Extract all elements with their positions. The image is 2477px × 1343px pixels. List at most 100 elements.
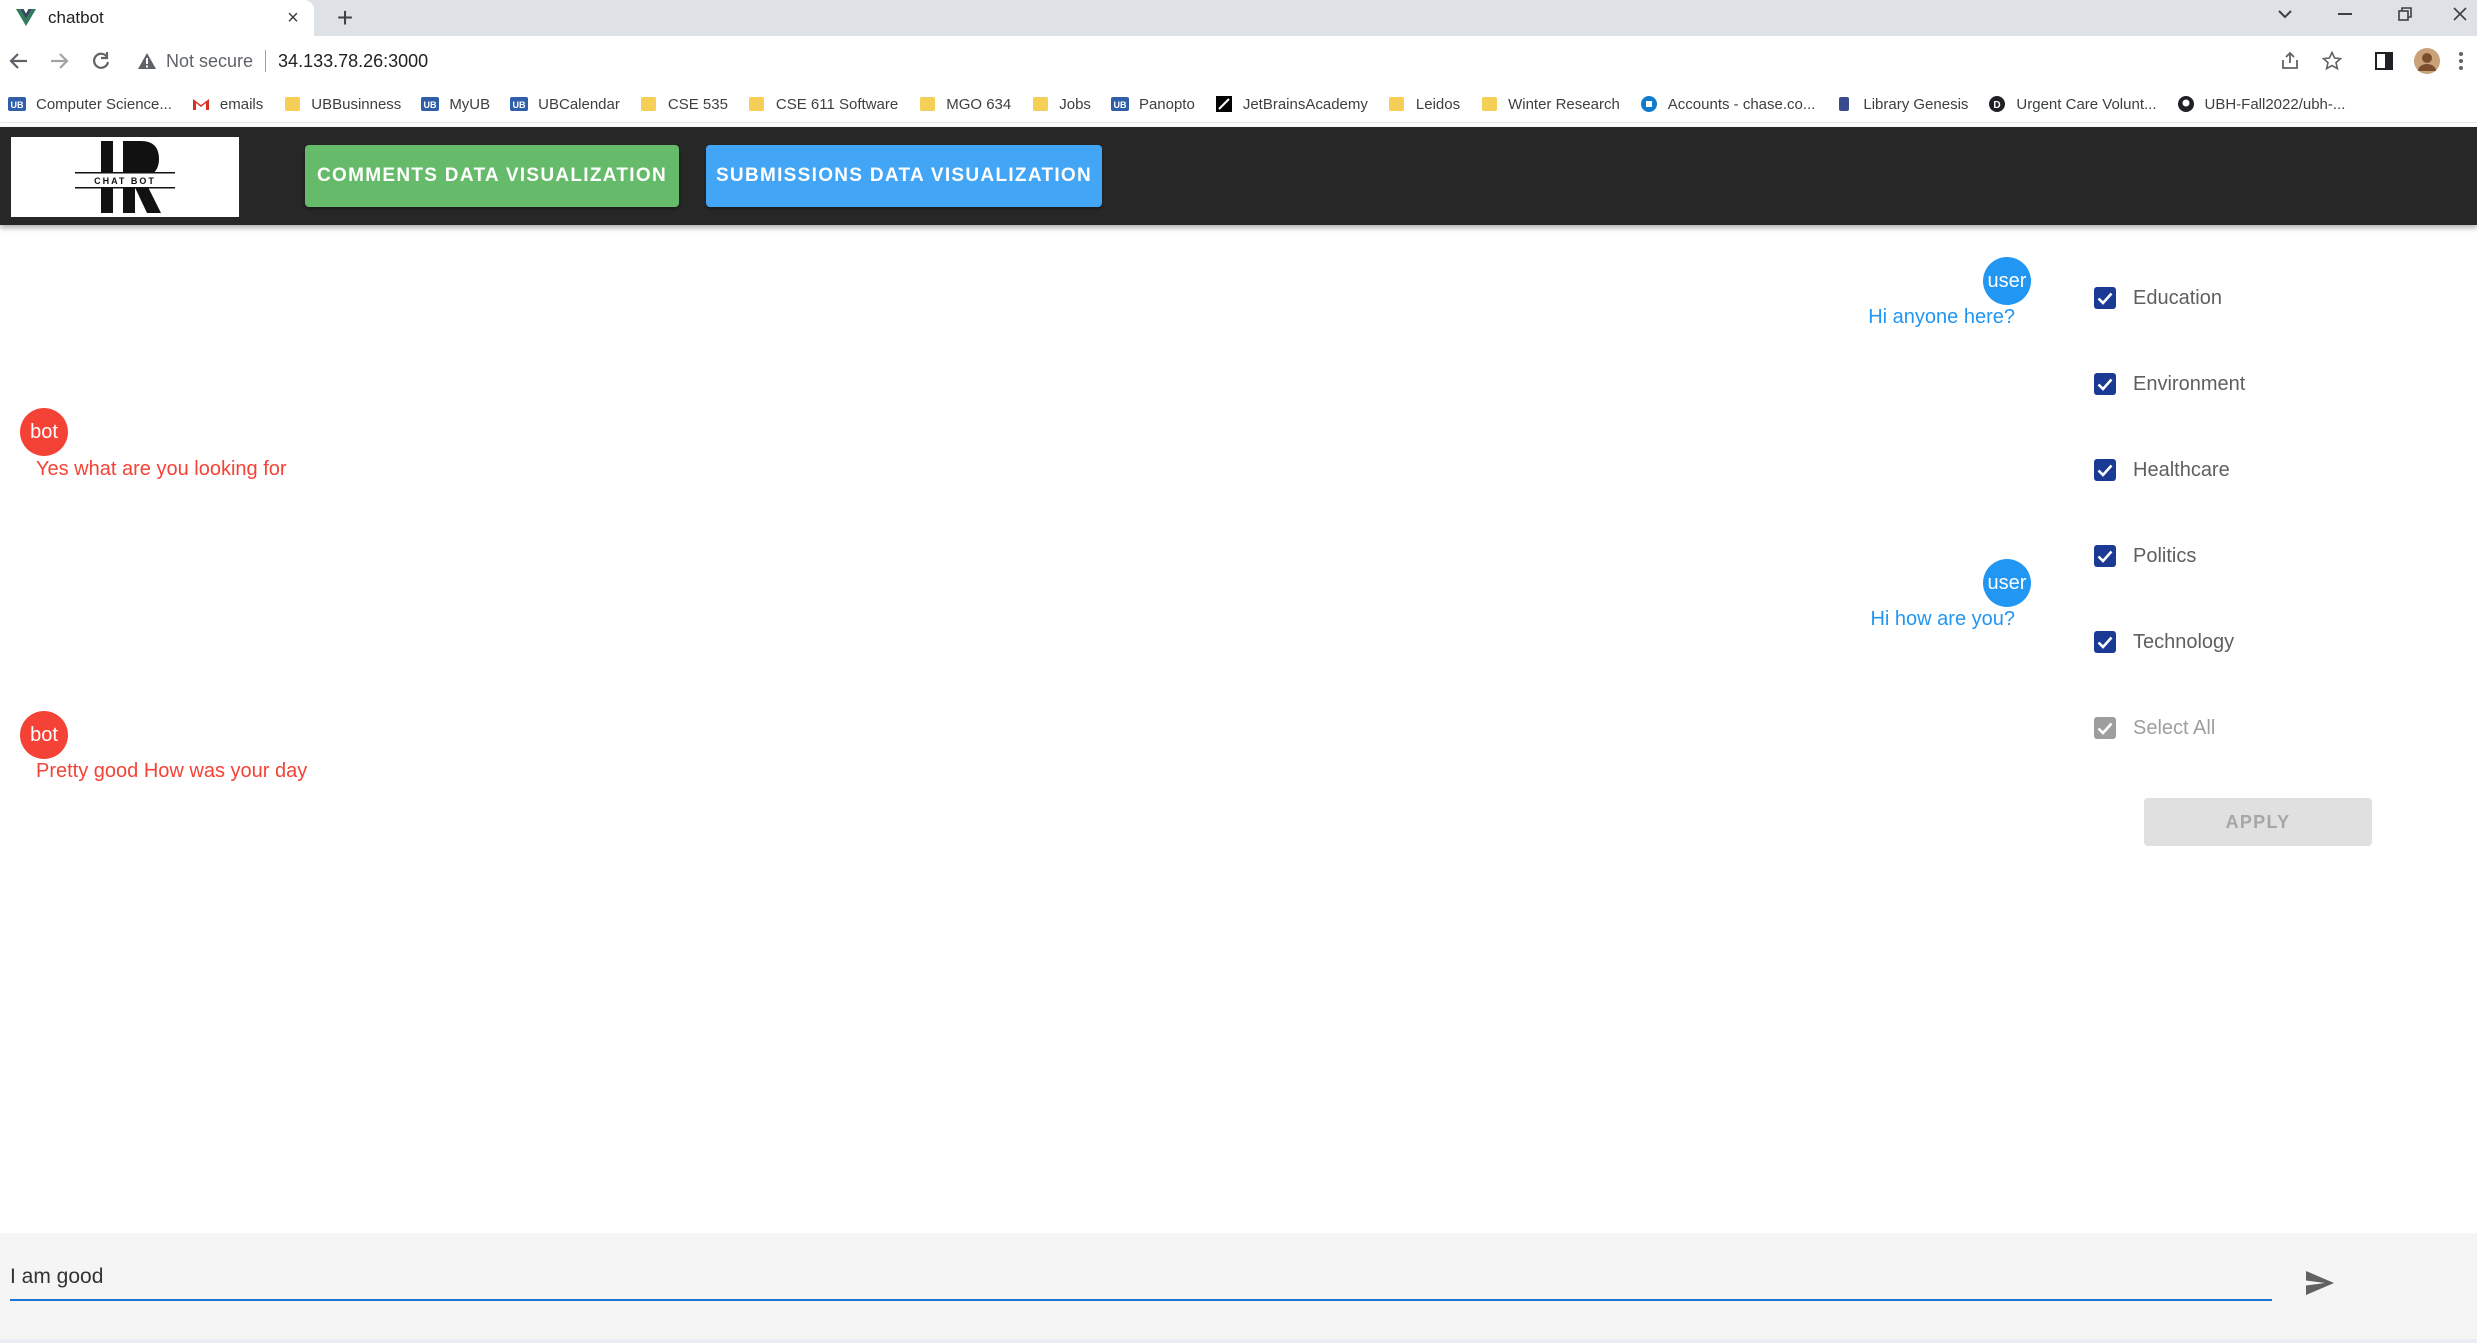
filter-environment[interactable]: Environment (2094, 369, 2245, 399)
bookmark-item[interactable]: UBBusinness (275, 90, 413, 118)
bookmark-label: UBCalendar (538, 95, 620, 113)
message-composer (0, 1233, 2477, 1343)
filter-healthcare[interactable]: Healthcare (2094, 455, 2230, 485)
user-avatar: user (1983, 559, 2031, 607)
bookmark-label: Winter Research (1508, 95, 1620, 113)
bookmark-item[interactable]: CSE 611 Software (740, 90, 910, 118)
folder-icon (748, 95, 766, 113)
new-tab-button[interactable]: + (330, 2, 360, 33)
minimize-icon[interactable] (2325, 0, 2365, 28)
checkbox-checked-icon[interactable] (2094, 373, 2116, 395)
submissions-data-visualization-button[interactable]: SUBMISSIONS DATA VISUALIZATION (706, 145, 1102, 207)
bot-avatar: bot (20, 408, 68, 456)
checkbox-checked-icon[interactable] (2094, 459, 2116, 481)
checkbox-checked-icon[interactable] (2094, 287, 2116, 309)
bookmark-label: Leidos (1415, 95, 1461, 113)
ub-icon: UB (510, 95, 529, 113)
bookmark-star-icon[interactable] (2315, 44, 2349, 78)
checkbox-checked-icon[interactable] (2094, 631, 2116, 653)
bookmark-item[interactable]: UB MyUB (413, 90, 502, 118)
composer-divider (0, 1339, 2477, 1343)
app-toolbar: CHAT BOT COMMENTS DATA VISUALIZATION SUB… (0, 127, 2477, 225)
bookmarks-bar: UB Computer Science... emails UBBusinness UB… (0, 86, 2477, 123)
filter-politics[interactable]: Politics (2094, 541, 2196, 571)
browser-tab[interactable]: chatbot × (0, 0, 314, 36)
filter-label: Education (2133, 286, 2222, 309)
checkbox-checked-icon[interactable] (2094, 545, 2116, 567)
bookmark-item[interactable]: Leidos (1380, 90, 1472, 118)
jetbrains-icon (1215, 95, 1233, 113)
window-close-icon[interactable] (2440, 0, 2477, 28)
checkbox-checked-icon[interactable] (2094, 717, 2116, 739)
chatbot-logo[interactable]: CHAT BOT (11, 137, 239, 217)
side-panel-icon[interactable] (2367, 44, 2401, 78)
bot-avatar: bot (20, 711, 68, 759)
back-arrow-icon[interactable] (2, 44, 36, 78)
tab-title: chatbot (48, 8, 104, 27)
bookmark-item[interactable]: Library Genesis (1827, 90, 1980, 118)
ub-icon: UB (1110, 95, 1129, 113)
message-input[interactable] (10, 1255, 2272, 1301)
filter-label: Politics (2133, 544, 2197, 567)
bookmark-label: MGO 634 (946, 95, 1012, 113)
bookmark-item[interactable]: UB Computer Science... (0, 90, 184, 118)
github-icon (2177, 95, 2195, 113)
address-bar: Not secure 34.133.78.26:3000 (0, 36, 2477, 86)
tab-search-icon[interactable] (2265, 0, 2305, 28)
bookmark-item[interactable]: CSE 535 (632, 90, 740, 118)
user-message: Hi how are you? (1870, 608, 2015, 630)
filter-technology[interactable]: Technology (2094, 627, 2234, 657)
send-icon[interactable] (2300, 1263, 2340, 1303)
bookmark-item[interactable]: UB UBCalendar (502, 90, 632, 118)
profile-avatar-icon[interactable] (2410, 44, 2444, 78)
d-icon: D (1988, 95, 2006, 113)
bookmark-item[interactable]: Accounts - chase.co... (1632, 90, 1828, 118)
bookmark-label: Panopto (1138, 95, 1195, 113)
chase-icon (1640, 95, 1658, 113)
svg-text:D: D (1994, 100, 2001, 111)
logo-text: CHAT BOT (94, 176, 156, 186)
bookmark-item[interactable]: emails (184, 90, 275, 118)
filter-label: Technology (2133, 630, 2235, 653)
apply-button[interactable]: APPLY (2144, 798, 2372, 846)
user-avatar: user (1983, 257, 2031, 305)
browser-menu-icon[interactable] (2448, 44, 2474, 78)
folder-icon (918, 95, 936, 113)
folder-icon (1031, 95, 1049, 113)
filter-education[interactable]: Education (2094, 283, 2222, 313)
tab-close-icon[interactable]: × (282, 7, 304, 29)
bookmark-label: UBH-Fall2022/ubh-... (2204, 95, 2346, 113)
bookmark-item[interactable]: MGO 634 (910, 90, 1023, 118)
svg-text:UB: UB (513, 100, 526, 110)
bookmark-label: UBBusinness (311, 95, 402, 113)
omnibox-divider (265, 50, 267, 72)
warning-icon[interactable] (136, 50, 158, 72)
svg-text:UB: UB (1113, 100, 1126, 110)
bookmark-label: emails (219, 95, 264, 113)
bookmark-item[interactable]: Winter Research (1472, 90, 1632, 118)
bookmark-label: Library Genesis (1863, 95, 1969, 113)
bookmark-label: Accounts - chase.co... (1667, 95, 1816, 113)
share-icon[interactable] (2273, 44, 2307, 78)
not-secure-label[interactable]: Not secure (166, 51, 253, 72)
forward-arrow-icon[interactable] (42, 44, 76, 78)
reload-icon[interactable] (84, 44, 118, 78)
bookmark-item[interactable]: UB Panopto (1103, 90, 1207, 118)
user-message: Hi anyone here? (1868, 306, 2015, 328)
comments-data-visualization-button[interactable]: COMMENTS DATA VISUALIZATION (305, 145, 679, 207)
ub-icon: UB (8, 95, 26, 113)
restore-icon[interactable] (2385, 0, 2425, 28)
url-text[interactable]: 34.133.78.26:3000 (278, 51, 428, 72)
bookmark-item[interactable]: UBH-Fall2022/ubh-... (2169, 90, 2358, 118)
bookmark-item[interactable]: D Urgent Care Volunt... (1980, 90, 2168, 118)
ub-icon: UB (421, 95, 440, 113)
bookmark-item[interactable]: JetBrainsAcademy (1207, 90, 1380, 118)
bot-message: Yes what are you looking for (36, 458, 287, 480)
library-icon (1835, 95, 1853, 113)
bookmark-item[interactable]: Jobs (1023, 90, 1103, 118)
svg-text:UB: UB (11, 100, 24, 110)
gmail-icon (192, 95, 210, 113)
bookmark-label: Jobs (1059, 95, 1091, 113)
omnibox[interactable]: Not secure 34.133.78.26:3000 (136, 42, 428, 80)
filter-select-all[interactable]: Select All (2094, 713, 2215, 743)
